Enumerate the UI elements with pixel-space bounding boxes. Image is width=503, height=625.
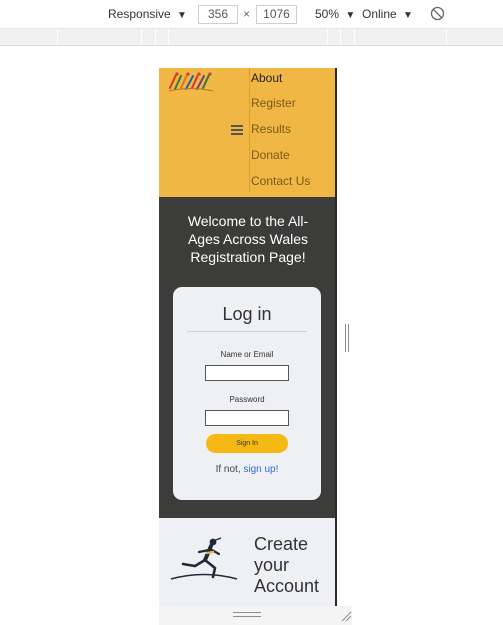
nav-item-register[interactable]: Register	[251, 96, 296, 110]
login-title: Log in	[222, 304, 272, 324]
nav-item-contact-us[interactable]: Contact Us	[251, 174, 310, 188]
site-header: About Register Results Donate Contact Us	[159, 68, 335, 197]
chevron-down-icon: ▼	[177, 10, 187, 21]
login-card: Log in Name or Email Password Sign In If…	[173, 287, 321, 500]
ruler-mark	[340, 29, 341, 45]
create-account-text: Create your Account	[254, 534, 320, 596]
nav-divider	[249, 68, 250, 192]
chevron-down-icon: ▼	[345, 10, 356, 21]
password-input[interactable]	[205, 410, 289, 426]
title-divider	[187, 331, 307, 332]
ruler-mark	[446, 29, 447, 45]
network-select[interactable]: Online ▼	[362, 7, 413, 23]
hamburger-menu-icon[interactable]	[229, 124, 245, 136]
name-email-input[interactable]	[205, 365, 289, 381]
resize-corner-icon[interactable]	[340, 610, 352, 622]
viewport-height-resizer[interactable]	[233, 612, 261, 620]
device-label: Responsive	[108, 7, 171, 21]
password-label: Password	[229, 395, 265, 404]
nav-item-donate[interactable]: Donate	[251, 148, 290, 162]
chevron-down-icon: ▼	[403, 10, 413, 21]
ruler-mark	[354, 29, 355, 45]
ruler-mark	[155, 29, 156, 45]
sign-in-button[interactable]: Sign In	[206, 434, 288, 453]
create-account-section[interactable]: Create your Account	[159, 518, 335, 606]
viewport-width-resizer[interactable]	[343, 324, 351, 352]
signup-prefix: If not,	[215, 464, 241, 475]
zoom-select[interactable]: 50% ▼	[315, 7, 355, 23]
zoom-label: 50%	[315, 7, 340, 21]
ruler-mark	[141, 29, 142, 45]
nav-item-results[interactable]: Results	[251, 122, 291, 136]
media-query-ruler[interactable]	[0, 29, 503, 46]
device-select[interactable]: Responsive ▼	[108, 7, 187, 23]
welcome-heading: Welcome to the All-Ages Across Wales Reg…	[187, 213, 309, 265]
runner-illustration	[170, 537, 238, 580]
ruler-mark	[327, 29, 328, 45]
signup-link[interactable]: sign up!	[243, 464, 278, 475]
nav-item-about[interactable]: About	[251, 71, 282, 85]
height-input[interactable]: 1076	[256, 5, 297, 24]
emulated-viewport: About Register Results Donate Contact Us…	[159, 68, 337, 606]
width-input[interactable]: 356	[198, 5, 238, 24]
rotate-device-icon[interactable]	[430, 6, 445, 21]
ruler-mark	[57, 29, 58, 45]
ruler-mark	[168, 29, 169, 45]
logo-image[interactable]	[167, 70, 215, 92]
dimension-separator: ×	[243, 7, 251, 21]
name-label: Name or Email	[220, 350, 274, 359]
device-toolbar: Responsive ▼ 356 × 1076 50% ▼ Online ▼	[0, 0, 503, 29]
signup-prompt: If not, sign up!	[173, 464, 321, 475]
network-label: Online	[362, 7, 397, 21]
